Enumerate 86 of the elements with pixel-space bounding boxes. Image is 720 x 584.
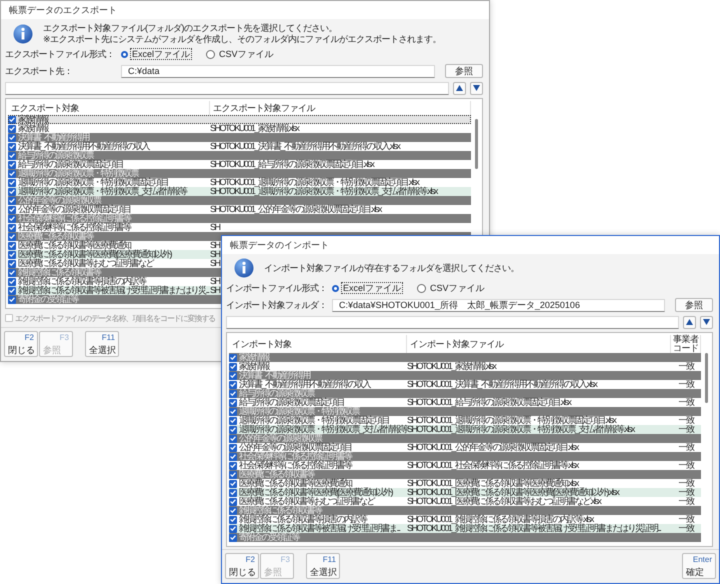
table-cell: 一致	[678, 461, 694, 470]
table-cell: 公的年金等の源泉徴収票固定項目	[239, 443, 352, 452]
table-cell: 公的年金等の源泉徴収票	[239, 434, 322, 443]
table-cell: 社会保険料等に係る控除証明書等	[239, 452, 352, 461]
table-cell: SHOTOKU001_雑損控除に係る領収書等損害の内訳等.xlsx	[407, 515, 593, 524]
table-cell: 給与所得の源泉徴収票固定項目	[239, 398, 344, 407]
table-cell: 給与所得の源泉徴収票	[18, 151, 93, 160]
table-cell: SHOTOKU001_決算書_不動産所得用不動産所得の収入.xlsx	[210, 142, 400, 151]
table-cell: 医療費に係る領収書等おむつ証明書など	[18, 259, 153, 268]
message-text: インポート対象ファイルが存在するフォルダを選択してください。	[264, 263, 519, 273]
table-cell: 一致	[678, 497, 694, 506]
table-cell: 退職所得の源泉徴収票・特別徴収票_支払者情報等	[18, 187, 187, 196]
table-cell: SHOTOKU001_家族情報.xlsx	[407, 362, 496, 371]
table-cell: 決算書_不動産所得用不動産所得の収入	[18, 142, 150, 151]
table-cell: SHOTOKU001_退職所得の源泉徴収票・特別徴収票固定項目.xlsx	[407, 416, 616, 425]
table-cell: 一致	[678, 524, 694, 533]
table-cell: 寄附金の受領証等	[18, 295, 78, 304]
table-cell: 給与所得の源泉徴収票固定項目	[18, 160, 123, 169]
table-cell: 決算書_不動産所得用	[18, 133, 90, 142]
table-cell: 雑損控除に係る領収書等被害届け受理証明書またはり災...	[18, 286, 209, 295]
table-cell: 医療費に係る領収書等医療費(医療費通知以外)	[239, 488, 392, 497]
window-title: 帳票データのエクスポート	[1, 1, 489, 19]
table-cell: 退職所得の源泉徴収票・特別徴収票	[239, 407, 359, 416]
table-cell: SH	[210, 223, 220, 232]
table-cell: 公的年金等の源泉徴収票	[18, 196, 100, 205]
table-cell: SHOTOKU001_退職所得の源泉徴収票・特別徴収票_支払者情報等.xlsx	[210, 187, 437, 196]
table-cell: 給与所得の源泉徴収票	[239, 389, 314, 398]
table-cell: 雑損控除に係る領収書等損害の内訳等	[18, 277, 146, 286]
table-cell: 退職所得の源泉徴収票・特別徴収票	[18, 169, 138, 178]
field-label: エクスポートファイル形式：	[5, 49, 116, 59]
table-cell: 医療費に係る領収書等	[18, 232, 93, 241]
table-cell: SHOTOKU001_給与所得の源泉徴収票固定項目.xlsx	[407, 398, 570, 407]
table-cell: 雑損控除に係る領収書等被害届け受理証明書ま...	[239, 524, 400, 533]
table-cell: 家族情報	[239, 353, 269, 362]
table-cell: 家族情報	[18, 124, 48, 133]
table-cell: 退職所得の源泉徴収票・特別徴収票固定項目	[239, 416, 389, 425]
table-cell: 公的年金等の源泉徴収票固定項目	[18, 205, 130, 214]
table-cell: 一致	[678, 398, 694, 407]
table-cell: 社会保険料等に係る控除証明書等	[18, 223, 130, 232]
table-cell: 雑損控除に係る領収書等損害の内訳等	[239, 515, 366, 524]
table-cell: SHOTOKU001_医療費に係る領収書等おむつ証明書など.xlsx	[407, 497, 600, 506]
table-cell: 社会保険料等に係る控除証明書等	[239, 461, 352, 470]
table-cell: SHOTOKU001_決算書_不動産所得用不動産所得の収入.xlsx	[407, 380, 596, 389]
table-cell: 雑損控除に係る領収書等	[239, 506, 322, 515]
window-title: 帳票データのインポート	[222, 236, 719, 254]
table-cell: SHOTOKU001_退職所得の源泉徴収票・特別徴収票_支払者情報等.xlsx	[407, 425, 634, 434]
message-text: ※エクスポート先にシステムがフォルダを作成し、そのフォルダ内にファイルがエクスポートされます。	[43, 34, 442, 44]
table-cell: SHOTOKU001_公的年金等の源泉徴収票固定項目.xlsx	[407, 443, 578, 452]
table-cell: SHOTOKU001_退職所得の源泉徴収票・特別徴収票固定項目.xlsx	[210, 178, 418, 187]
table-cell: SHOTOKU001_社会保険料等に係る控除証明書等.xlsx	[407, 461, 578, 470]
table-cell: 一致	[678, 362, 694, 371]
table-cell: 医療費に係る領収書等医療費通知	[239, 479, 352, 488]
table-cell: 社会保険料等に係る控除証明書等	[18, 214, 130, 223]
table-cell: 一致	[678, 515, 694, 524]
table-cell: 退職所得の源泉徴収票・特別徴収票_支払者情報等	[239, 425, 408, 434]
table-cell: SH	[210, 241, 220, 250]
table-cell: 寄附金の受領証等	[239, 533, 299, 542]
table-cell: 決算書_不動産所得用不動産所得の収入	[239, 380, 370, 389]
table-cell: 医療費に係る領収書等おむつ証明書など	[239, 497, 374, 506]
table-cell: SHOTOKU001_医療費に係る領収書等医療費通知.xlsx	[407, 479, 578, 488]
table-cell: 一致	[678, 443, 694, 452]
table-cell: 家族情報	[239, 362, 269, 371]
table-cell: SH	[210, 277, 220, 286]
field-label: インポート対象フォルダ：	[226, 300, 328, 310]
table-cell: SH	[210, 250, 220, 259]
table-cell: 一致	[678, 416, 694, 425]
field-label: インポートファイル形式：	[226, 283, 328, 293]
table-cell: 医療費に係る領収書等医療費(医療費通知以外)	[18, 250, 171, 259]
table-cell: 雑損控除に係る領収書等	[18, 268, 100, 277]
table-cell: SH	[210, 286, 220, 295]
table-cell: SHOTOKU001_給与所得の源泉徴収票固定項目.xlsx	[210, 160, 374, 169]
table-cell: SHOTOKU001_雑損控除に係る領収書等被害届け受理証明書またはり災証明...	[407, 524, 660, 533]
table-cell: 決算書_不動産所得用	[239, 371, 310, 380]
message-text: エクスポート対象ファイル(フォルダ)のエクスポート先を選択してください。	[43, 23, 338, 33]
table-cell: SH	[210, 259, 220, 268]
table-cell: 一致	[678, 380, 694, 389]
field-label: エクスポート先：	[5, 66, 74, 76]
table-cell: 一致	[678, 425, 694, 434]
table-cell: 一致	[678, 479, 694, 488]
table-cell: SHOTOKU001_家族情報.xlsx	[210, 124, 298, 133]
table-cell: SHOTOKU001_公的年金等の源泉徴収票固定項目.xlsx	[210, 205, 381, 214]
table-cell: 退職所得の源泉徴収票・特別徴収票固定項目	[18, 178, 168, 187]
table-cell: 一致	[678, 488, 694, 497]
table-cell: 医療費に係る領収書等医療費通知	[18, 241, 130, 250]
table-cell: 医療費に係る領収書等	[239, 470, 314, 479]
table-cell: SHOTOKU001_医療費に係る領収書等医療費(医療費通知以外).xlsx	[407, 488, 618, 497]
